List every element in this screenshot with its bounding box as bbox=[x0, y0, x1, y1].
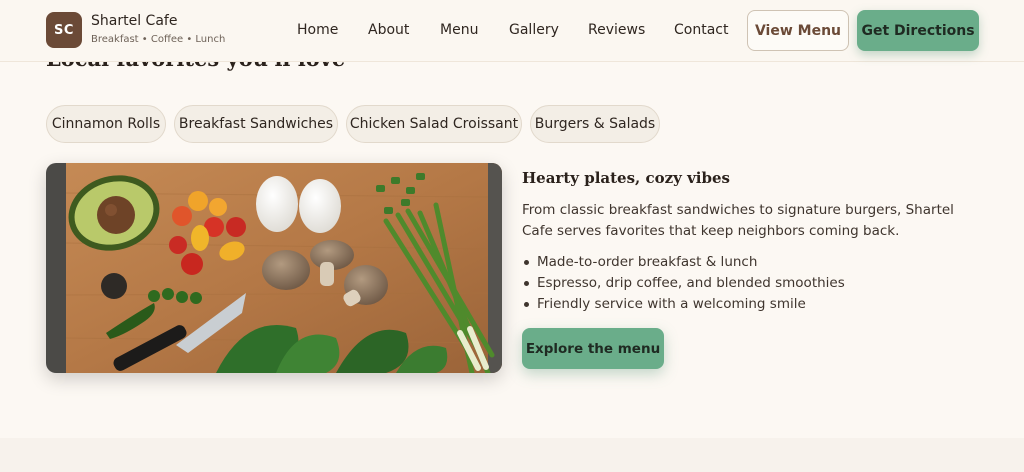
brand-name[interactable]: Shartel Cafe bbox=[91, 13, 177, 29]
logo-badge[interactable]: SC bbox=[46, 12, 82, 48]
next-section-band bbox=[0, 438, 1024, 472]
list-item: Friendly service with a welcoming smile bbox=[522, 294, 845, 315]
chip-cinnamon-rolls[interactable]: Cinnamon Rolls bbox=[46, 105, 166, 143]
chip-chicken-salad-croissant[interactable]: Chicken Salad Croissant bbox=[346, 105, 522, 143]
nav-reviews[interactable]: Reviews bbox=[588, 22, 645, 38]
nav-menu[interactable]: Menu bbox=[440, 22, 478, 38]
feature-list: Made-to-order breakfast & lunch Espresso… bbox=[522, 252, 845, 315]
view-menu-button[interactable]: View Menu bbox=[747, 10, 849, 51]
food-photo bbox=[46, 163, 502, 373]
explore-menu-button[interactable]: Explore the menu bbox=[522, 328, 664, 369]
nav-gallery[interactable]: Gallery bbox=[509, 22, 559, 38]
nav-contact[interactable]: Contact bbox=[674, 22, 728, 38]
chip-burgers-salads[interactable]: Burgers & Salads bbox=[530, 105, 660, 143]
brand-tagline: Breakfast • Coffee • Lunch bbox=[91, 34, 226, 45]
list-item: Made-to-order breakfast & lunch bbox=[522, 252, 845, 273]
nav-about[interactable]: About bbox=[368, 22, 409, 38]
nav-home[interactable]: Home bbox=[297, 22, 338, 38]
feature-title: Hearty plates, cozy vibes bbox=[522, 169, 730, 187]
chip-breakfast-sandwiches[interactable]: Breakfast Sandwiches bbox=[174, 105, 338, 143]
list-item: Espresso, drip coffee, and blended smoot… bbox=[522, 273, 845, 294]
feature-description: From classic breakfast sandwiches to sig… bbox=[522, 202, 954, 239]
get-directions-button[interactable]: Get Directions bbox=[857, 10, 979, 51]
site-header: SC Shartel Cafe Breakfast • Coffee • Lun… bbox=[0, 0, 1024, 62]
